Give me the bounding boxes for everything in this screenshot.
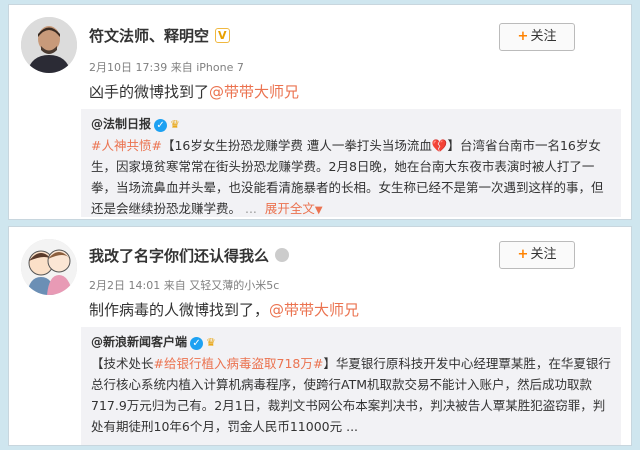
timestamp[interactable]: 2月2日 14:01 xyxy=(89,279,160,292)
plus-icon: + xyxy=(517,29,529,44)
expand-full-text-link[interactable]: 展开全文▼ xyxy=(265,201,323,216)
mention-link[interactable]: @带带大师兄 xyxy=(209,83,299,101)
verified-icon: ✓ xyxy=(190,337,204,350)
post-text: 凶手的微博找到了@带带大师兄 xyxy=(89,83,300,101)
follow-button[interactable]: + 关注 xyxy=(499,23,575,51)
chevron-down-icon: ▼ xyxy=(314,205,323,216)
username[interactable]: 符文法师、释明空 V xyxy=(89,25,230,46)
crown-icon: ♛ xyxy=(170,118,180,131)
user-level-icon xyxy=(275,248,290,262)
post-meta: 2月10日 17:39 来自 iPhone 7 xyxy=(89,61,244,74)
avatar[interactable] xyxy=(21,17,77,73)
post-meta: 2月2日 14:01 来自 又轻又薄的小米5c xyxy=(89,279,280,292)
repost-box[interactable]: @新浪新闻客户端 ✓ ♛ 【技术处长#给银行植入病毒盗取718万#】华夏银行原科技开… xyxy=(81,327,621,445)
follow-button[interactable]: + 关注 xyxy=(499,241,575,269)
mention-link[interactable]: @带带大师兄 xyxy=(269,301,359,319)
hashtag-link[interactable]: #人神共愤# xyxy=(91,138,162,153)
post-source: iPhone 7 xyxy=(196,61,244,74)
plus-icon: + xyxy=(517,247,529,262)
post-text: 制作病毒的人微博找到了，@带带大师兄 xyxy=(89,301,360,319)
repost-body: 【技术处长#给银行植入病毒盗取718万#】华夏银行原科技开发中心经理覃某胜，在华… xyxy=(91,356,611,434)
crown-icon: ♛ xyxy=(206,336,216,349)
verified-icon: ✓ xyxy=(154,119,168,132)
repost-box[interactable]: @法制日报 ✓ ♛ #人神共愤#【16岁女生扮恐龙赚学费 遭人一拳打头当场流血💔】台… xyxy=(81,109,621,217)
username[interactable]: 我改了名字你们还认得我么 xyxy=(89,245,290,266)
weibo-card-2: 我改了名字你们还认得我么 + 关注 2月2日 14:01 来自 又轻又薄的小米5c… xyxy=(8,226,632,446)
hashtag-link[interactable]: #给银行植入病毒盗取718万# xyxy=(154,356,324,371)
weibo-card-1: 符文法师、释明空 V + 关注 2月10日 17:39 来自 iPhone 7 凶手… xyxy=(8,4,632,220)
repost-user[interactable]: @新浪新闻客户端 ✓ ♛ xyxy=(91,333,611,350)
avatar[interactable] xyxy=(21,239,77,295)
timestamp[interactable]: 2月10日 17:39 xyxy=(89,61,167,74)
repost-user[interactable]: @法制日报 ✓ ♛ xyxy=(91,115,611,132)
broken-heart-icon: 💔 xyxy=(431,138,448,153)
repost-body: #人神共愤#【16岁女生扮恐龙赚学费 遭人一拳打头当场流血💔】台湾省台南市一名1… xyxy=(91,138,604,216)
post-source: 又轻又薄的小米5c xyxy=(189,279,280,292)
vip-badge-icon: V xyxy=(215,28,230,43)
